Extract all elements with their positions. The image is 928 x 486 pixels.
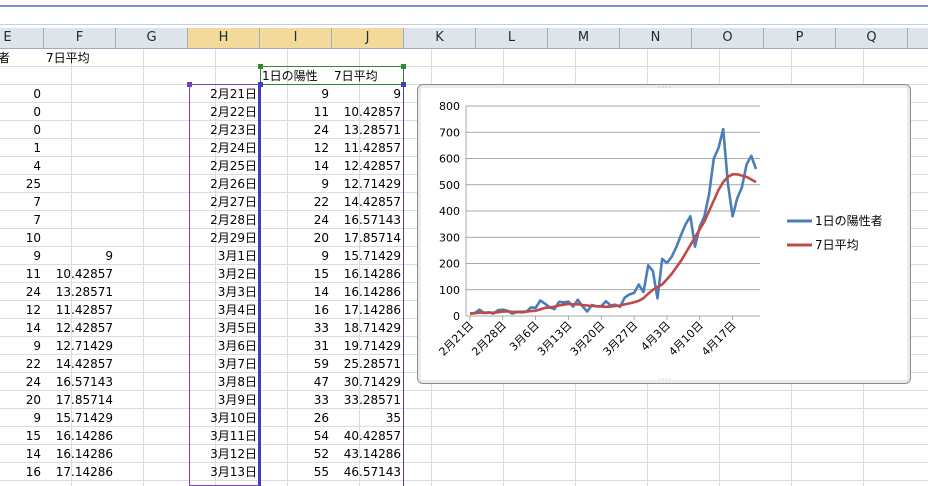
y-tick-label: 800 [439, 100, 460, 113]
range-handle[interactable] [187, 82, 192, 87]
column-header-m[interactable]: M [548, 28, 620, 48]
cell-7day-average[interactable]: 15.71429 [44, 409, 116, 427]
cell-7day-average[interactable] [44, 193, 116, 211]
column-header-n[interactable]: N [620, 28, 692, 48]
y-tick-label: 200 [439, 258, 460, 271]
cell-header-positive[interactable]: 陽性者 [0, 49, 46, 67]
cell-7day-average[interactable] [44, 157, 116, 175]
toolbar-area [0, 0, 928, 25]
cell-positive-count[interactable]: 1 [0, 139, 44, 157]
column-header-g[interactable]: G [116, 28, 188, 48]
cell-7day-average[interactable]: 9 [44, 247, 116, 265]
cell-positive-count[interactable]: 4 [0, 157, 44, 175]
y-tick-label: 500 [439, 179, 460, 192]
legend-label: 1日の陽性者 [815, 214, 883, 228]
column-header-i[interactable]: I [260, 28, 332, 48]
cell-positive-count[interactable]: 9 [0, 247, 44, 265]
column-header-f[interactable]: F [44, 28, 116, 48]
cell-7day-average[interactable]: 11.42857 [44, 301, 116, 319]
cell-positive-count[interactable]: 10 [0, 229, 44, 247]
x-tick-label: 3月20日 [568, 319, 608, 359]
cell-positive-count[interactable]: 0 [0, 121, 44, 139]
cell-7day-average[interactable]: 10.42857 [44, 265, 116, 283]
cell-7day-average[interactable] [44, 175, 116, 193]
cell-positive-count[interactable]: 16 [0, 463, 44, 481]
y-tick-label: 0 [453, 310, 460, 323]
selection-range-header [260, 66, 404, 85]
cell-7day-average[interactable]: 17.85714 [44, 391, 116, 409]
cell-7day-average[interactable] [44, 139, 116, 157]
series-line-1 [469, 127, 758, 315]
cell-7day-average[interactable]: 12.42857 [44, 319, 116, 337]
cell-7day-average[interactable]: 14.42857 [44, 355, 116, 373]
series-line-2 [469, 173, 757, 315]
cell-7day-average[interactable] [44, 103, 116, 121]
y-tick-label: 700 [439, 126, 460, 139]
y-tick-label: 400 [439, 205, 460, 218]
cell-positive-count[interactable]: 15 [0, 427, 44, 445]
x-tick-label: 2月21日 [437, 319, 477, 359]
cell-positive-count[interactable]: 9 [0, 337, 44, 355]
x-tick-label: 4月17日 [699, 319, 739, 359]
selection-range-dates [189, 84, 260, 486]
cell-7day-average[interactable]: 12.71429 [44, 337, 116, 355]
cell-positive-count[interactable]: 9 [0, 409, 44, 427]
cell-7day-average[interactable] [44, 85, 116, 103]
x-tick-label: 2月28日 [469, 319, 509, 359]
chart-svg: 01002003004005006007008002月21日2月28日3月6日3… [437, 100, 883, 359]
cell-positive-count[interactable]: 22 [0, 355, 44, 373]
cell-positive-count[interactable]: 20 [0, 391, 44, 409]
cell-positive-count[interactable]: 14 [0, 319, 44, 337]
line-chart[interactable]: ···· ···· 0 100 200 300 400 500 600 700 800 2月21日… [417, 83, 911, 384]
cell-7day-average[interactable] [44, 229, 116, 247]
column-header-e[interactable]: E [0, 28, 44, 48]
cell-positive-count[interactable]: 0 [0, 85, 44, 103]
cell-positive-count[interactable]: 11 [0, 265, 44, 283]
y-tick-label: 600 [439, 153, 460, 166]
column-header-h[interactable]: H [188, 28, 260, 48]
column-header-q[interactable]: Q [836, 28, 908, 48]
range-handle[interactable] [401, 64, 406, 69]
toolbar-divider [0, 5, 928, 7]
cell-positive-count[interactable]: 25 [0, 175, 44, 193]
cell-positive-count[interactable]: 0 [0, 103, 44, 121]
cell-positive-count[interactable]: 24 [0, 373, 44, 391]
y-tick-label: 300 [439, 231, 460, 244]
cell-header-7day-average[interactable]: 7日平均 [44, 49, 118, 67]
cell-positive-count[interactable]: 14 [0, 445, 44, 463]
x-tick-label: 4月10日 [666, 319, 706, 359]
column-header-k[interactable]: K [404, 28, 476, 48]
x-tick-label: 3月13日 [535, 319, 575, 359]
column-header-p[interactable]: P [764, 28, 836, 48]
column-header-bar: EFGHIJKLMNOPQ [0, 28, 928, 49]
range-handle[interactable] [401, 82, 406, 87]
selection-range-values [260, 84, 404, 486]
column-header-j[interactable]: J [332, 28, 404, 48]
cell-positive-count[interactable]: 12 [0, 301, 44, 319]
cell-positive-count[interactable]: 24 [0, 283, 44, 301]
y-tick-label: 100 [439, 284, 460, 297]
column-header-l[interactable]: L [476, 28, 548, 48]
x-tick-label: 3月27日 [601, 319, 641, 359]
legend-label: 7日平均 [815, 238, 859, 252]
column-header-o[interactable]: O [692, 28, 764, 48]
range-handle[interactable] [258, 64, 263, 69]
cell-positive-count[interactable]: 7 [0, 193, 44, 211]
cell-7day-average[interactable]: 13.28571 [44, 283, 116, 301]
cell-7day-average[interactable] [44, 121, 116, 139]
cell-7day-average[interactable] [44, 211, 116, 229]
cell-7day-average[interactable]: 16.14286 [44, 445, 116, 463]
cell-7day-average[interactable]: 17.14286 [44, 463, 116, 481]
range-handle[interactable] [258, 82, 263, 87]
cell-7day-average[interactable]: 16.14286 [44, 427, 116, 445]
cell-positive-count[interactable]: 7 [0, 211, 44, 229]
cell-7day-average[interactable]: 16.57143 [44, 373, 116, 391]
